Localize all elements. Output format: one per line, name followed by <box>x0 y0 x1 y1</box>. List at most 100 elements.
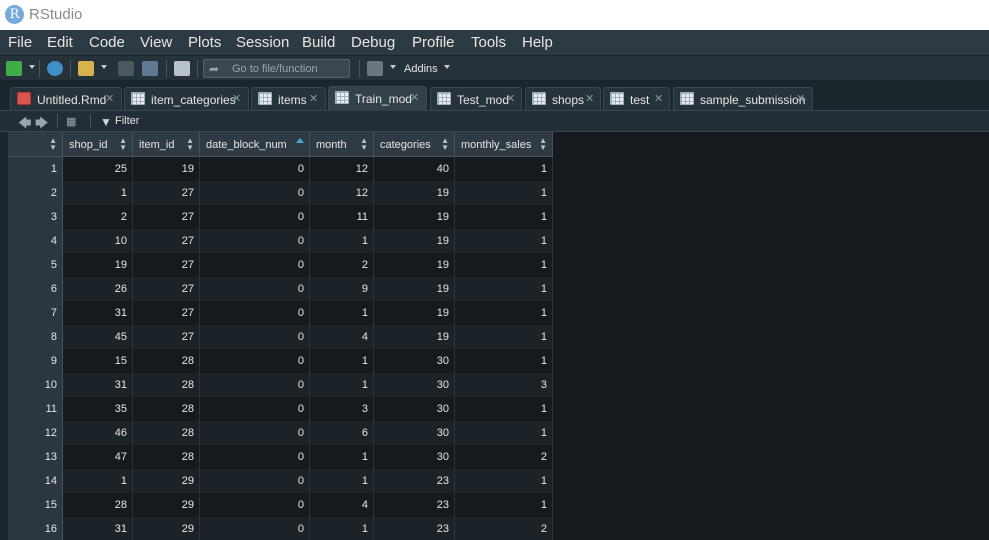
cell-shop-id[interactable]: 26 <box>63 277 133 301</box>
tab-shops[interactable]: shops ✕ <box>525 87 601 110</box>
cell-date-block-num[interactable]: 0 <box>200 373 310 397</box>
tab-items[interactable]: items ✕ <box>251 87 326 110</box>
save-icon[interactable] <box>118 61 134 76</box>
row-number-header[interactable]: ▲ ▼ <box>8 132 63 157</box>
cell-item-id[interactable]: 27 <box>133 325 200 349</box>
cell-date-block-num[interactable]: 0 <box>200 253 310 277</box>
menu-session[interactable]: Session <box>236 34 289 51</box>
cell-date-block-num[interactable]: 0 <box>200 325 310 349</box>
addins-button[interactable]: Addins <box>404 63 438 75</box>
cell-item-id[interactable]: 28 <box>133 421 200 445</box>
cell-month[interactable]: 1 <box>310 517 374 540</box>
menu-build[interactable]: Build <box>302 34 335 51</box>
cell-monthly-sales[interactable]: 1 <box>455 157 553 181</box>
close-icon[interactable]: ✕ <box>506 92 515 105</box>
menu-edit[interactable]: Edit <box>47 34 73 51</box>
menu-view[interactable]: View <box>140 34 172 51</box>
column-header-monthly-sales[interactable]: monthly_sales ▲ ▼ <box>455 132 553 157</box>
column-header-categories[interactable]: categories ▲ ▼ <box>374 132 455 157</box>
cell-monthly-sales[interactable]: 1 <box>455 181 553 205</box>
cell-categories[interactable]: 19 <box>374 325 455 349</box>
filter-icon[interactable]: ▼ <box>100 115 112 129</box>
pane-layout-icon[interactable] <box>367 61 383 76</box>
cell-monthly-sales[interactable]: 1 <box>455 397 553 421</box>
open-file-icon[interactable] <box>78 61 94 76</box>
cell-item-id[interactable]: 19 <box>133 157 200 181</box>
cell-categories[interactable]: 23 <box>374 493 455 517</box>
cell-item-id[interactable]: 28 <box>133 373 200 397</box>
cell-month[interactable]: 3 <box>310 397 374 421</box>
tab-test[interactable]: test ✕ <box>603 87 670 110</box>
cell-shop-id[interactable]: 1 <box>63 181 133 205</box>
cell-shop-id[interactable]: 47 <box>63 445 133 469</box>
tab-train-mod[interactable]: Train_mod ✕ <box>328 86 427 111</box>
cell-date-block-num[interactable]: 0 <box>200 301 310 325</box>
cell-month[interactable]: 2 <box>310 253 374 277</box>
cell-date-block-num[interactable]: 0 <box>200 493 310 517</box>
cell-categories[interactable]: 19 <box>374 181 455 205</box>
close-icon[interactable]: ✕ <box>309 92 318 105</box>
cell-monthly-sales[interactable]: 1 <box>455 277 553 301</box>
tab-untitled-rmd[interactable]: Untitled.Rmd ✕ <box>10 87 122 110</box>
cell-shop-id[interactable]: 15 <box>63 349 133 373</box>
menu-help[interactable]: Help <box>522 34 553 51</box>
cell-item-id[interactable]: 28 <box>133 445 200 469</box>
cell-categories[interactable]: 19 <box>374 301 455 325</box>
column-header-month[interactable]: month ▲ ▼ <box>310 132 374 157</box>
tab-item-categories[interactable]: item_categories ✕ <box>124 87 249 110</box>
cell-monthly-sales[interactable]: 1 <box>455 421 553 445</box>
cell-month[interactable]: 4 <box>310 325 374 349</box>
cell-monthly-sales[interactable]: 1 <box>455 253 553 277</box>
cell-categories[interactable]: 40 <box>374 157 455 181</box>
column-header-shop-id[interactable]: shop_id ▲ ▼ <box>63 132 133 157</box>
cell-shop-id[interactable]: 35 <box>63 397 133 421</box>
cell-monthly-sales[interactable]: 1 <box>455 325 553 349</box>
cell-categories[interactable]: 23 <box>374 469 455 493</box>
cell-categories[interactable]: 19 <box>374 253 455 277</box>
cell-monthly-sales[interactable]: 1 <box>455 469 553 493</box>
cell-item-id[interactable]: 29 <box>133 493 200 517</box>
cell-monthly-sales[interactable]: 3 <box>455 373 553 397</box>
new-file-dropdown-icon[interactable] <box>29 65 35 69</box>
cell-item-id[interactable]: 29 <box>133 469 200 493</box>
cell-month[interactable]: 11 <box>310 205 374 229</box>
cell-month[interactable]: 1 <box>310 373 374 397</box>
close-icon[interactable]: ✕ <box>232 92 241 105</box>
close-icon[interactable]: ✕ <box>410 91 419 104</box>
cell-date-block-num[interactable]: 0 <box>200 469 310 493</box>
cell-item-id[interactable]: 27 <box>133 277 200 301</box>
save-all-icon[interactable] <box>142 61 158 76</box>
cell-month[interactable]: 6 <box>310 421 374 445</box>
cell-categories[interactable]: 30 <box>374 373 455 397</box>
cell-shop-id[interactable]: 28 <box>63 493 133 517</box>
cell-categories[interactable]: 30 <box>374 445 455 469</box>
cell-categories[interactable]: 19 <box>374 229 455 253</box>
cell-shop-id[interactable]: 31 <box>63 301 133 325</box>
close-icon[interactable]: ✕ <box>105 92 114 105</box>
cell-categories[interactable]: 19 <box>374 277 455 301</box>
cell-categories[interactable]: 30 <box>374 349 455 373</box>
cell-monthly-sales[interactable]: 2 <box>455 445 553 469</box>
cell-categories[interactable]: 23 <box>374 517 455 540</box>
cell-month[interactable]: 1 <box>310 349 374 373</box>
menu-code[interactable]: Code <box>89 34 125 51</box>
cell-shop-id[interactable]: 10 <box>63 229 133 253</box>
cell-monthly-sales[interactable]: 1 <box>455 301 553 325</box>
cell-date-block-num[interactable]: 0 <box>200 445 310 469</box>
cell-shop-id[interactable]: 25 <box>63 157 133 181</box>
cell-categories[interactable]: 30 <box>374 421 455 445</box>
cell-date-block-num[interactable]: 0 <box>200 277 310 301</box>
cell-date-block-num[interactable]: 0 <box>200 517 310 540</box>
close-icon[interactable]: ✕ <box>796 92 805 105</box>
cell-month[interactable]: 12 <box>310 157 374 181</box>
show-in-window-icon[interactable]: ▦ <box>66 115 76 128</box>
cell-categories[interactable]: 19 <box>374 205 455 229</box>
cell-item-id[interactable]: 27 <box>133 253 200 277</box>
menu-profile[interactable]: Profile <box>412 34 455 51</box>
addins-dropdown-icon[interactable] <box>444 65 450 69</box>
cell-item-id[interactable]: 27 <box>133 229 200 253</box>
filter-button[interactable]: Filter <box>115 115 139 127</box>
cell-date-block-num[interactable]: 0 <box>200 229 310 253</box>
cell-item-id[interactable]: 28 <box>133 349 200 373</box>
cell-shop-id[interactable]: 19 <box>63 253 133 277</box>
